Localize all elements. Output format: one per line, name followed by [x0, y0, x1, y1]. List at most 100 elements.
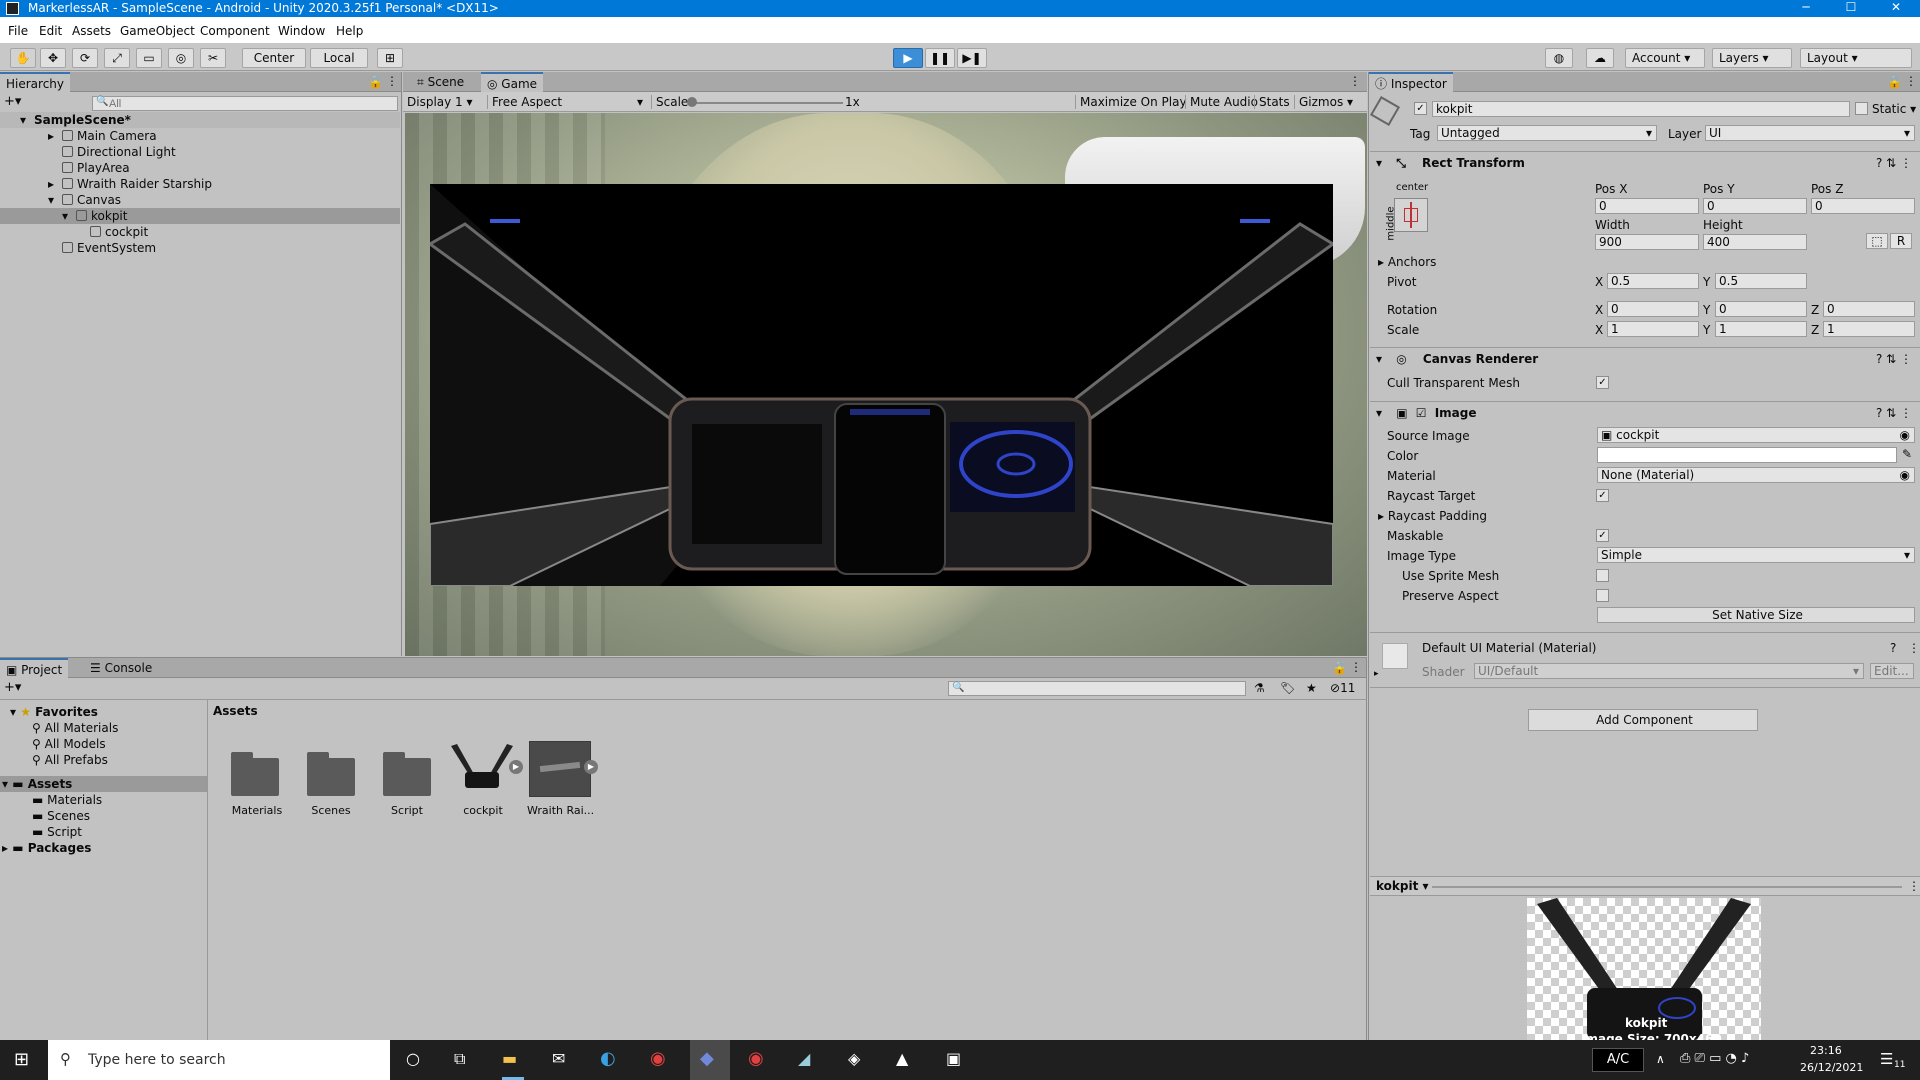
minimize-button[interactable]: ─ [1788, 0, 1824, 17]
component-options-icon[interactable]: ? ⇅ ⋮ [1876, 348, 1912, 370]
unity-icon[interactable]: ◈ [848, 1049, 860, 1068]
maximize-on-play-toggle[interactable]: Maximize On Play [1075, 95, 1187, 109]
lock-icon[interactable]: 🔒 [1887, 75, 1902, 89]
chevron-right-icon[interactable]: ▸ [1374, 669, 1379, 679]
tab-game[interactable]: ◎ Game [481, 72, 544, 92]
favorite-item[interactable]: ⚲ All Prefabs [0, 752, 108, 768]
scale-y-field[interactable]: 1 [1715, 321, 1807, 337]
rotation-y-field[interactable]: 0 [1715, 301, 1807, 317]
object-picker-icon[interactable]: ◉ [1900, 428, 1910, 442]
static-dropdown[interactable]: Static ▾ [1872, 102, 1916, 116]
edge-icon[interactable]: ◐ [600, 1048, 616, 1069]
display-dropdown[interactable]: Display 1 ▾ [407, 95, 483, 109]
tab-hierarchy[interactable]: Hierarchy [0, 72, 71, 92]
layers-dropdown[interactable]: Layers ▾ [1712, 48, 1792, 68]
chevron-down-icon[interactable]: ▾ [48, 192, 54, 208]
hidden-packages-count[interactable]: ⊘11 [1330, 681, 1355, 695]
chevron-down-icon[interactable]: ▾ [1376, 406, 1382, 420]
menu-window[interactable]: Window [278, 24, 325, 38]
stats-toggle[interactable]: Stats [1254, 95, 1290, 109]
chevron-down-icon[interactable]: ▾ [20, 112, 26, 128]
maskable-checkbox[interactable]: ✓ [1596, 529, 1609, 542]
create-button[interactable]: +▾ [4, 94, 21, 109]
chevron-down-icon[interactable]: ▾ [62, 208, 68, 224]
hierarchy-search-input[interactable] [92, 96, 398, 111]
account-dropdown[interactable]: Account ▾ [1625, 48, 1705, 68]
game-viewport[interactable] [405, 113, 1367, 656]
grid-snap-button[interactable]: ⊞ [377, 48, 403, 68]
kebab-menu-icon[interactable]: ⋮ [1908, 879, 1920, 893]
favorites-foldout[interactable]: ▾ ★ Favorites [0, 704, 98, 720]
project-search-input[interactable] [948, 681, 1246, 696]
chevron-down-icon[interactable]: ▾ [1376, 352, 1382, 366]
menu-component[interactable]: Component [200, 24, 270, 38]
scale-slider[interactable] [693, 102, 843, 104]
folder-item[interactable]: ▬ Script [0, 824, 82, 840]
kebab-menu-icon[interactable]: ⋮ [386, 74, 398, 88]
task-view-icon[interactable]: ⧉ [454, 1049, 465, 1069]
aspect-dropdown[interactable]: Free Aspect ▾ [487, 95, 643, 109]
menu-edit[interactable]: Edit [39, 24, 62, 38]
preview-divider[interactable] [1432, 886, 1902, 888]
rect-transform-header[interactable]: ▾ ⤡ Rect Transform? ⇅ ⋮ [1370, 151, 1920, 173]
anchors-foldout[interactable]: ▸ Anchors [1378, 255, 1436, 269]
clock-time[interactable]: 23:16 [1810, 1044, 1842, 1057]
scale-x-field[interactable]: 1 [1607, 321, 1699, 337]
tag-dropdown[interactable]: Untagged ▾ [1437, 125, 1657, 141]
rotation-x-field[interactable]: 0 [1607, 301, 1699, 317]
hierarchy-item[interactable]: PlayArea [0, 160, 130, 176]
component-options-icon[interactable]: ? ⇅ ⋮ [1876, 152, 1912, 174]
menu-assets[interactable]: Assets [72, 24, 111, 38]
rotation-z-field[interactable]: 0 [1823, 301, 1915, 317]
packages-foldout[interactable]: ▸ ▬ Packages [0, 840, 91, 856]
scale-slider-handle[interactable] [687, 97, 697, 107]
hand-tool-button[interactable]: ✋ [10, 48, 36, 68]
source-image-field[interactable]: ▣ cockpit ◉ [1597, 427, 1915, 443]
shader-edit-button[interactable]: Edit... [1870, 663, 1914, 679]
component-options-icon[interactable]: ? ⇅ ⋮ [1876, 402, 1912, 424]
menu-help[interactable]: Help [336, 24, 363, 38]
lock-icon[interactable]: 🔒 [1332, 661, 1347, 675]
shader-dropdown[interactable]: UI/Default ▾ [1474, 663, 1864, 679]
image-enabled-checkbox[interactable]: ☑ [1416, 406, 1427, 420]
mute-audio-toggle[interactable]: Mute Audio [1185, 95, 1258, 109]
collab-icon[interactable]: ◍ [1545, 48, 1573, 68]
set-native-size-button[interactable]: Set Native Size [1597, 607, 1915, 623]
object-picker-icon[interactable]: ◉ [1900, 468, 1910, 482]
gizmos-dropdown[interactable]: Gizmos ▾ [1294, 95, 1353, 109]
close-button[interactable]: ✕ [1878, 0, 1914, 17]
hierarchy-item[interactable]: EventSystem [0, 240, 156, 256]
layout-dropdown[interactable]: Layout ▾ [1800, 48, 1912, 68]
tab-scene[interactable]: ⌗ Scene [411, 72, 470, 92]
canvas-renderer-header[interactable]: ▾ ◎ Canvas Renderer? ⇅ ⋮ [1370, 347, 1920, 369]
file-explorer-icon[interactable]: ▬ [502, 1049, 517, 1068]
photos-icon[interactable]: ▲ [896, 1049, 908, 1068]
anchor-presets-button[interactable] [1394, 198, 1428, 232]
rotate-tool-button[interactable]: ⟳ [72, 48, 98, 68]
pivot-center-toggle[interactable]: Center [242, 48, 306, 68]
pause-button[interactable]: ❚❚ [925, 48, 955, 68]
preserve-aspect-checkbox[interactable] [1596, 589, 1609, 602]
height-field[interactable]: 400 [1703, 234, 1807, 250]
raycast-target-checkbox[interactable]: ✓ [1596, 489, 1609, 502]
raw-edit-button[interactable]: R [1890, 233, 1912, 249]
image-header[interactable]: ▾ ▣ ☑ Image? ⇅ ⋮ [1370, 401, 1920, 423]
tray-chevron-up-icon[interactable]: ∧ [1656, 1052, 1665, 1066]
favorite-item[interactable]: ⚲ All Materials [0, 720, 118, 736]
move-tool-button[interactable]: ✥ [40, 48, 66, 68]
custom-tool-button[interactable]: ✂ [200, 48, 226, 68]
hierarchy-item[interactable]: cockpit [0, 224, 148, 240]
rect-tool-button[interactable]: ▭ [136, 48, 162, 68]
color-swatch[interactable] [1597, 447, 1897, 463]
lock-icon[interactable]: 🔒 [368, 75, 383, 89]
pos-z-field[interactable]: 0 [1811, 198, 1915, 214]
layer-dropdown[interactable]: UI ▾ [1705, 125, 1915, 141]
taskbar-search-box[interactable]: ⚲ Type here to search [48, 1040, 390, 1080]
search-by-label-icon[interactable]: 🏷 [1280, 681, 1295, 695]
assets-foldout[interactable]: ▾ ▬ Assets [0, 776, 207, 792]
width-field[interactable]: 900 [1595, 234, 1699, 250]
folder-item[interactable]: ▬ Scenes [0, 808, 90, 824]
app-icon[interactable]: ◢ [798, 1049, 810, 1068]
chevron-right-icon[interactable]: ▸ [48, 128, 54, 144]
tab-console[interactable]: ☰ Console [84, 658, 158, 678]
